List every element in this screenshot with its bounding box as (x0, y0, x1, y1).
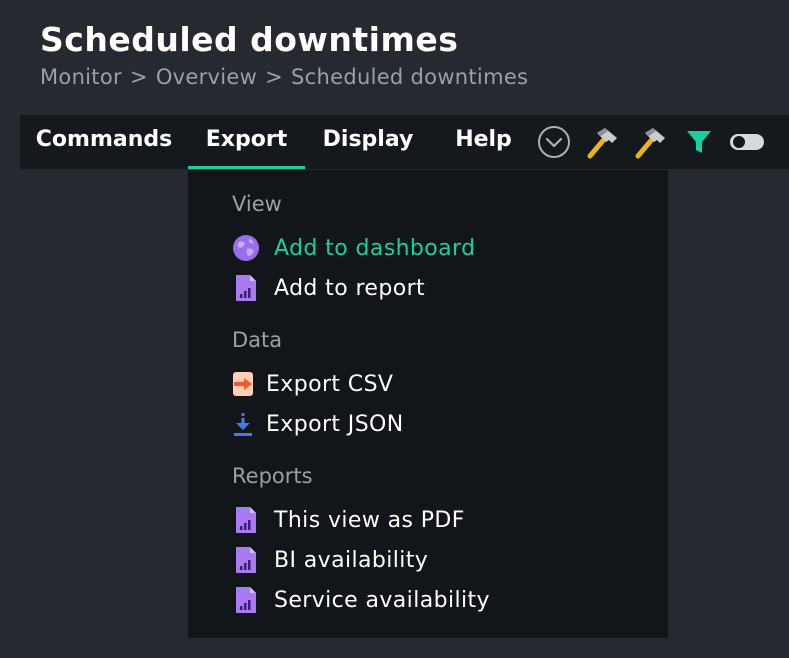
report-document-icon (232, 506, 260, 534)
service-availability-item[interactable]: Service availability (232, 584, 490, 616)
section-heading-reports: Reports (232, 464, 313, 488)
menu-display[interactable]: Display (305, 115, 431, 169)
csv-export-icon (232, 370, 254, 398)
breadcrumb-separator: > (129, 65, 148, 89)
breadcrumb: Monitor > Overview > Scheduled downtimes (40, 65, 528, 89)
report-document-icon (232, 586, 260, 614)
add-to-dashboard-label: Add to dashboard (274, 235, 476, 261)
filter-icon[interactable] (682, 125, 716, 159)
breadcrumb-item-overview[interactable]: Overview (156, 65, 257, 89)
breadcrumb-separator: > (265, 65, 284, 89)
hammer-icon[interactable] (632, 125, 666, 159)
breadcrumb-item-monitor[interactable]: Monitor (40, 65, 122, 89)
export-json-item[interactable]: Export JSON (232, 408, 404, 440)
add-to-report-label: Add to report (274, 275, 426, 301)
add-to-dashboard-item[interactable]: Add to dashboard (232, 232, 475, 264)
chevron-down-circle-icon[interactable] (537, 125, 571, 159)
page-title: Scheduled downtimes (40, 20, 459, 59)
bi-availability-label: BI availability (274, 547, 429, 573)
hammer-icon[interactable] (584, 125, 618, 159)
globe-icon (232, 234, 260, 262)
report-document-icon (232, 546, 260, 574)
toggle-switch-icon[interactable] (728, 125, 766, 159)
bi-availability-item[interactable]: BI availability (232, 544, 428, 576)
breadcrumb-item-current: Scheduled downtimes (291, 65, 529, 89)
this-view-as-pdf-item[interactable]: This view as PDF (232, 504, 465, 536)
export-json-label: Export JSON (266, 411, 404, 437)
export-dropdown-menu: View Add to dashboard Add to report Data (188, 170, 668, 638)
export-csv-label: Export CSV (266, 371, 394, 397)
report-document-icon (232, 274, 260, 302)
menu-help[interactable]: Help (431, 115, 536, 169)
export-csv-item[interactable]: Export CSV (232, 368, 393, 400)
this-view-as-pdf-label: This view as PDF (274, 507, 465, 533)
section-heading-data: Data (232, 328, 283, 352)
menu-commands[interactable]: Commands (20, 115, 188, 169)
download-icon (232, 410, 254, 438)
section-heading-view: View (232, 192, 282, 216)
add-to-report-item[interactable]: Add to report (232, 272, 425, 304)
page-menubar: Commands Export Display Help (20, 115, 789, 169)
service-availability-label: Service availability (274, 587, 490, 613)
menu-export[interactable]: Export (188, 115, 305, 169)
